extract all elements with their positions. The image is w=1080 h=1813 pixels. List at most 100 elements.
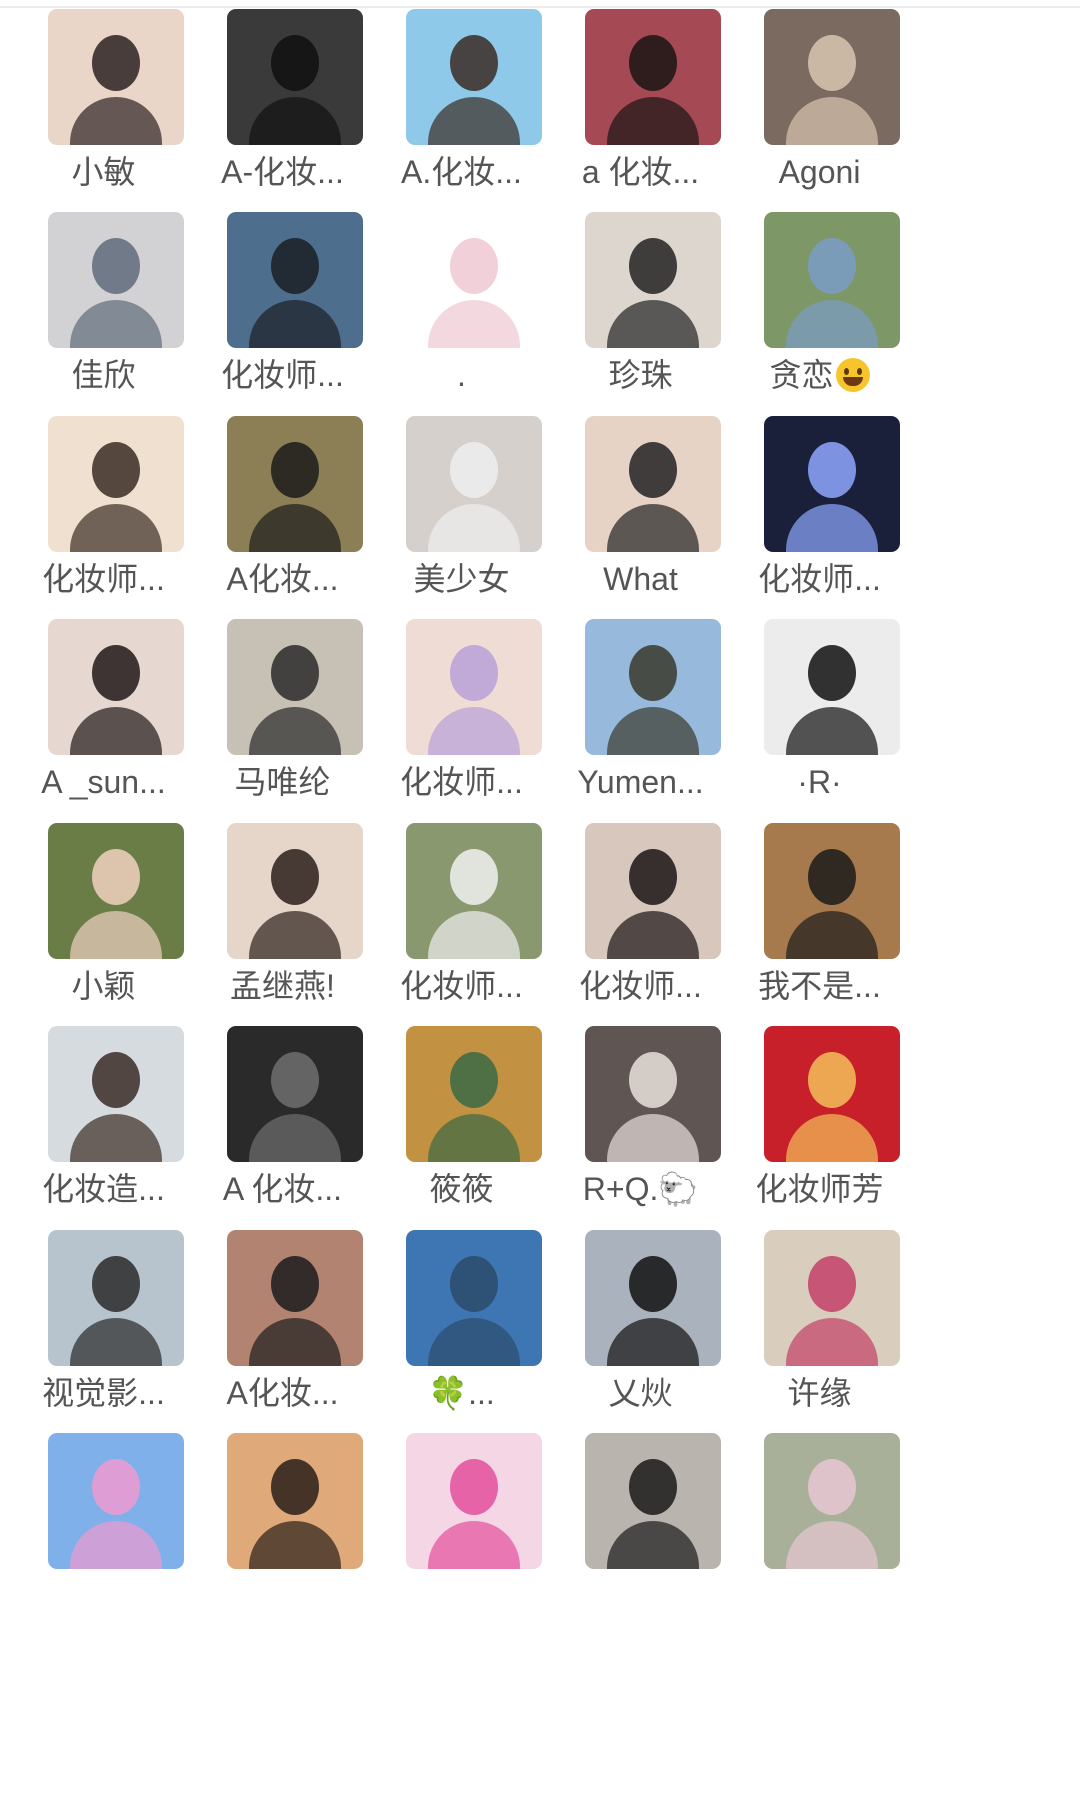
member-item[interactable]: 🍀... bbox=[358, 1221, 565, 1456]
member-avatar[interactable] bbox=[406, 1026, 542, 1162]
avatar-body-shape bbox=[428, 97, 520, 145]
member-avatar[interactable] bbox=[764, 823, 900, 959]
member-avatar[interactable] bbox=[227, 212, 363, 348]
member-item[interactable]: A 化妆... bbox=[179, 1017, 386, 1252]
avatar-body-shape bbox=[786, 300, 878, 348]
member-item[interactable]: 化妆师芳 bbox=[716, 1017, 923, 1252]
member-avatar[interactable] bbox=[585, 9, 721, 145]
avatar-head-shape bbox=[271, 645, 319, 701]
avatar-head-shape bbox=[450, 645, 498, 701]
member-avatar[interactable] bbox=[406, 1230, 542, 1366]
member-avatar[interactable] bbox=[764, 1433, 900, 1569]
member-avatar[interactable] bbox=[764, 212, 900, 348]
member-avatar[interactable] bbox=[48, 1026, 184, 1162]
member-item[interactable]: A-化妆... bbox=[179, 0, 386, 235]
member-item[interactable]: 化妆师... bbox=[0, 407, 207, 642]
member-item[interactable] bbox=[716, 1424, 923, 1659]
member-avatar[interactable] bbox=[406, 1433, 542, 1569]
member-avatar[interactable] bbox=[585, 1230, 721, 1366]
member-name: 化妆师... bbox=[400, 968, 523, 1004]
member-item[interactable]: 美少女 bbox=[358, 407, 565, 642]
member-item[interactable] bbox=[358, 1424, 565, 1659]
member-item[interactable]: 许缘 bbox=[716, 1221, 923, 1456]
member-avatar[interactable] bbox=[48, 9, 184, 145]
member-avatar[interactable] bbox=[406, 619, 542, 755]
member-avatar[interactable] bbox=[585, 823, 721, 959]
member-item[interactable]: A.化妆... bbox=[358, 0, 565, 235]
avatar-body-shape bbox=[607, 707, 699, 755]
member-avatar[interactable] bbox=[48, 823, 184, 959]
member-avatar[interactable] bbox=[764, 416, 900, 552]
member-avatar[interactable] bbox=[48, 619, 184, 755]
member-avatar[interactable] bbox=[227, 9, 363, 145]
member-item[interactable]: Agoni bbox=[716, 0, 923, 235]
member-avatar[interactable] bbox=[585, 416, 721, 552]
member-avatar[interactable] bbox=[764, 1026, 900, 1162]
member-avatar[interactable] bbox=[764, 9, 900, 145]
member-item[interactable]: A化妆... bbox=[179, 1221, 386, 1456]
member-item[interactable]: a 化妆... bbox=[537, 0, 744, 235]
avatar-head-shape bbox=[629, 238, 677, 294]
member-item[interactable]: 化妆师... bbox=[537, 814, 744, 1049]
member-name: 我不是... bbox=[758, 968, 881, 1004]
member-avatar[interactable] bbox=[764, 619, 900, 755]
member-avatar[interactable] bbox=[227, 416, 363, 552]
member-avatar[interactable] bbox=[585, 1433, 721, 1569]
avatar-head-shape bbox=[450, 1256, 498, 1312]
member-avatar[interactable] bbox=[585, 619, 721, 755]
member-avatar[interactable] bbox=[48, 416, 184, 552]
member-item[interactable]: 小颖 bbox=[0, 814, 207, 1049]
member-item[interactable] bbox=[0, 1424, 207, 1659]
member-avatar[interactable] bbox=[585, 212, 721, 348]
member-item[interactable]: 视觉影... bbox=[0, 1221, 207, 1456]
member-item[interactable]: 珍珠 bbox=[537, 203, 744, 438]
member-item[interactable]: R+Q.🐑 bbox=[537, 1017, 744, 1252]
avatar-head-shape bbox=[92, 35, 140, 91]
member-item[interactable] bbox=[537, 1424, 744, 1659]
avatar-body-shape bbox=[428, 707, 520, 755]
member-item[interactable]: 筱筱 bbox=[358, 1017, 565, 1252]
member-avatar[interactable] bbox=[227, 1433, 363, 1569]
member-item[interactable]: ·R· bbox=[716, 610, 923, 845]
member-item[interactable]: 佳欣 bbox=[0, 203, 207, 438]
member-item[interactable]: Yumen... bbox=[537, 610, 744, 845]
member-item[interactable] bbox=[179, 1424, 386, 1659]
member-item[interactable]: 贪恋 bbox=[716, 203, 923, 438]
member-item[interactable]: A _sun... bbox=[0, 610, 207, 845]
member-avatar[interactable] bbox=[48, 212, 184, 348]
member-item[interactable]: 化妆师... bbox=[179, 203, 386, 438]
smile-emoji-icon bbox=[835, 358, 870, 392]
avatar-body-shape bbox=[70, 97, 162, 145]
member-avatar[interactable] bbox=[227, 619, 363, 755]
member-name: A 化妆... bbox=[222, 1171, 343, 1207]
member-avatar[interactable] bbox=[227, 1230, 363, 1366]
member-avatar[interactable] bbox=[406, 823, 542, 959]
member-item[interactable]: 化妆师... bbox=[358, 610, 565, 845]
member-item[interactable]: 马唯纶 bbox=[179, 610, 386, 845]
avatar-body-shape bbox=[70, 707, 162, 755]
member-item[interactable]: 化妆师... bbox=[358, 814, 565, 1049]
avatar-body-shape bbox=[249, 707, 341, 755]
member-avatar[interactable] bbox=[227, 1026, 363, 1162]
member-avatar[interactable] bbox=[764, 1230, 900, 1366]
member-avatar[interactable] bbox=[585, 1026, 721, 1162]
avatar-body-shape bbox=[249, 1521, 341, 1569]
member-item[interactable]: 我不是... bbox=[716, 814, 923, 1049]
member-avatar[interactable] bbox=[227, 823, 363, 959]
member-item[interactable]: 孟继燕! bbox=[179, 814, 386, 1049]
member-item[interactable]: 化妆师... bbox=[716, 407, 923, 642]
member-avatar[interactable] bbox=[406, 212, 542, 348]
member-avatar[interactable] bbox=[406, 416, 542, 552]
member-avatar[interactable] bbox=[48, 1433, 184, 1569]
member-item[interactable]: 乂炏 bbox=[537, 1221, 744, 1456]
member-item[interactable]: 小敏 bbox=[0, 0, 207, 235]
member-avatar[interactable] bbox=[406, 9, 542, 145]
member-item[interactable]: 化妆造... bbox=[0, 1017, 207, 1252]
member-name: 化妆师... bbox=[221, 357, 344, 393]
member-avatar[interactable] bbox=[48, 1230, 184, 1366]
member-item[interactable]: A化妆... bbox=[179, 407, 386, 642]
member-item[interactable]: . bbox=[358, 203, 565, 438]
member-item[interactable]: What bbox=[537, 407, 744, 642]
avatar-head-shape bbox=[450, 1052, 498, 1108]
avatar-body-shape bbox=[428, 504, 520, 552]
